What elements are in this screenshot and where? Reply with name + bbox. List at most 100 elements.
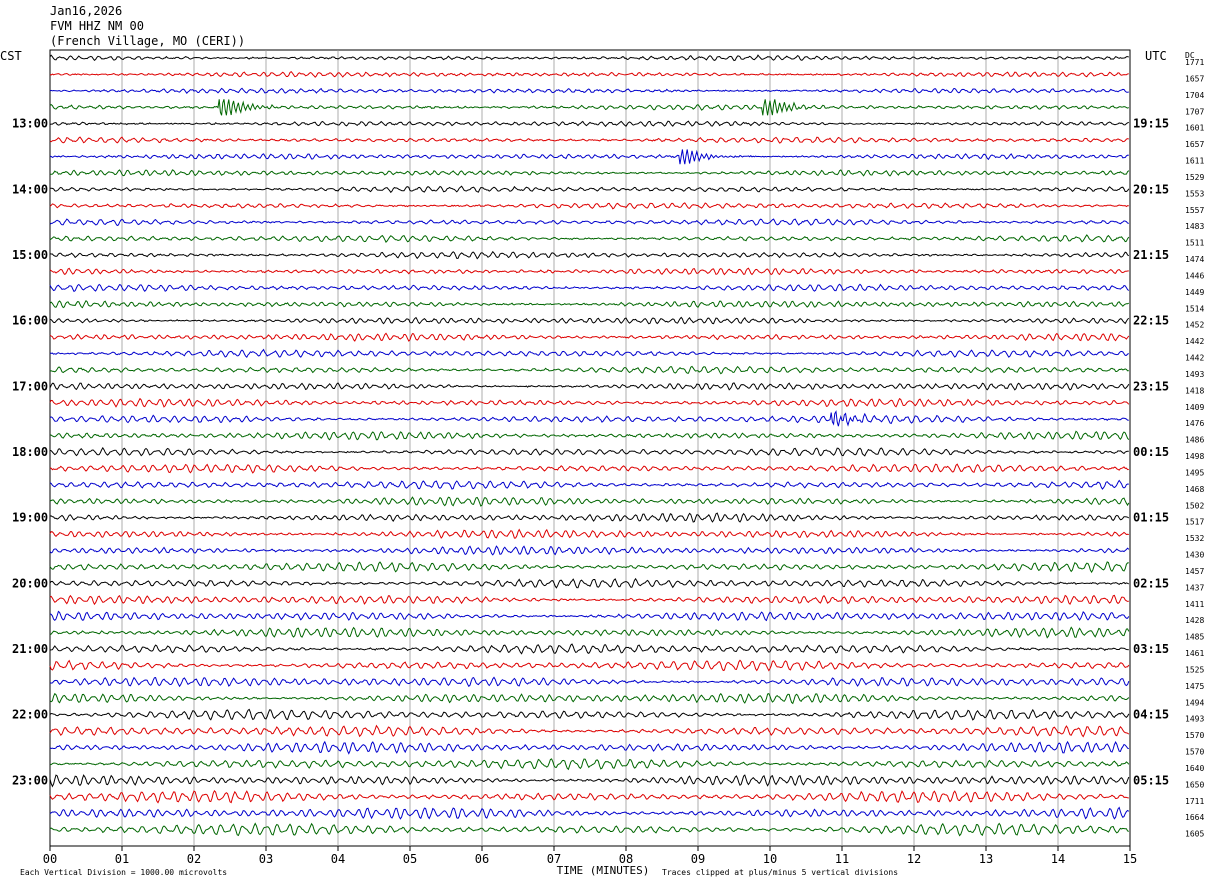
seismic-trace (49, 822, 1129, 837)
dc-offset-label: 1452 (1185, 321, 1204, 330)
dc-offset-label: 1476 (1185, 419, 1204, 428)
dc-offset-label: 1411 (1185, 600, 1204, 609)
seismic-trace (49, 382, 1130, 391)
seismic-trace (49, 136, 1129, 144)
dc-offset-label: 1650 (1185, 780, 1204, 789)
dc-offset-label: 1711 (1185, 797, 1204, 806)
dc-offset-label: 1525 (1185, 665, 1204, 674)
seismic-trace (49, 300, 1129, 309)
seismic-trace (49, 149, 1129, 165)
seismic-trace (49, 561, 1129, 574)
seismic-trace (49, 446, 1129, 457)
seismic-trace (49, 740, 1129, 755)
dc-offset-label: 1529 (1185, 173, 1204, 182)
seismic-trace (49, 724, 1130, 738)
right-hour-label: 00:15 (1133, 445, 1169, 459)
dc-header-label: DC (1185, 51, 1195, 60)
seismic-trace (49, 758, 1130, 771)
x-tick-label: 01 (115, 852, 129, 866)
seismic-trace (49, 496, 1130, 507)
left-hour-label: 18:00 (12, 445, 48, 459)
dc-offset-label: 1418 (1185, 386, 1204, 395)
dc-offset-label: 1511 (1185, 239, 1204, 248)
right-hour-label: 22:15 (1133, 314, 1169, 328)
left-hour-label: 21:00 (12, 642, 48, 656)
seismic-trace (49, 774, 1130, 788)
dc-offset-label: 1493 (1185, 715, 1204, 724)
seismic-trace (49, 643, 1129, 655)
dc-offset-label: 1409 (1185, 403, 1204, 412)
left-hour-label: 22:00 (12, 708, 48, 722)
dc-offset-label: 1430 (1185, 551, 1204, 560)
right-hour-label: 03:15 (1133, 642, 1169, 656)
right-hour-label: 04:15 (1133, 708, 1169, 722)
dc-offset-label: 1611 (1185, 157, 1204, 166)
dc-offset-label: 1498 (1185, 452, 1204, 461)
seismic-trace (50, 169, 1130, 177)
dc-offset-label: 1483 (1185, 222, 1204, 231)
left-hour-label: 13:00 (12, 117, 48, 131)
seismic-trace (49, 365, 1129, 375)
dc-offset-label: 1437 (1185, 583, 1204, 592)
x-tick-label: 00 (43, 852, 57, 866)
seismic-trace (49, 332, 1130, 342)
right-hour-label: 20:15 (1133, 182, 1169, 196)
dc-offset-label: 1474 (1185, 255, 1204, 264)
dc-offset-label: 1475 (1185, 682, 1204, 691)
dc-offset-label: 1442 (1185, 337, 1204, 346)
right-timezone-label: UTC (1145, 49, 1167, 63)
dc-offset-label: 1493 (1185, 370, 1204, 379)
dc-offset-label: 1461 (1185, 649, 1204, 658)
seismic-trace (49, 120, 1129, 128)
seismic-trace (49, 659, 1130, 672)
seismic-trace (49, 267, 1129, 276)
x-tick-label: 13 (979, 852, 993, 866)
dc-offset-label: 1601 (1185, 124, 1204, 133)
left-timezone-label: CST (0, 49, 22, 63)
x-tick-label: 11 (835, 852, 849, 866)
dc-offset-label: 1486 (1185, 436, 1204, 445)
x-tick-label: 03 (259, 852, 273, 866)
dc-offset-label: 1428 (1185, 616, 1204, 625)
left-hour-label: 14:00 (12, 182, 48, 196)
seismic-trace (49, 806, 1130, 820)
dc-offset-label: 1570 (1185, 748, 1204, 757)
seismic-trace (49, 594, 1129, 606)
seismic-trace (49, 512, 1130, 523)
x-tick-label: 10 (763, 852, 777, 866)
seismic-trace (49, 463, 1129, 474)
footer-scale-note: Each Vertical Division = 1000.00 microvo… (20, 868, 227, 877)
footer-clip-note: Traces clipped at plus/minus 5 vertical … (662, 868, 898, 877)
x-tick-label: 05 (403, 852, 417, 866)
seismic-trace (49, 626, 1130, 639)
dc-offset-label: 1502 (1185, 501, 1204, 510)
seismic-trace (49, 410, 1129, 427)
x-tick-label: 06 (475, 852, 489, 866)
left-hour-label: 23:00 (12, 773, 48, 787)
x-tick-label: 04 (331, 852, 345, 866)
right-hour-label: 01:15 (1133, 511, 1169, 525)
left-hour-label: 20:00 (12, 576, 48, 590)
right-hour-label: 21:15 (1133, 248, 1169, 262)
seismic-trace (49, 676, 1130, 688)
x-tick-label: 09 (691, 852, 705, 866)
dc-offset-label: 1657 (1185, 140, 1204, 149)
seismic-trace (49, 577, 1130, 589)
left-hour-label: 15:00 (12, 248, 48, 262)
dc-offset-label: 1457 (1185, 567, 1204, 576)
left-hour-label: 17:00 (12, 379, 48, 393)
seismic-trace (49, 99, 1129, 116)
dc-offset-label: 1605 (1185, 830, 1204, 839)
plot-frame (49, 49, 1131, 847)
dc-offset-label: 1494 (1185, 698, 1204, 707)
x-tick-label: 14 (1051, 852, 1065, 866)
seismic-trace (49, 87, 1129, 94)
seismic-trace (49, 316, 1130, 325)
dc-offset-label: 1704 (1185, 91, 1204, 100)
right-hour-label: 02:15 (1133, 576, 1169, 590)
dc-offset-label: 1532 (1185, 534, 1204, 543)
dc-offset-label: 1517 (1185, 518, 1204, 527)
left-hour-label: 16:00 (12, 314, 48, 328)
seismic-trace (49, 479, 1129, 490)
right-hour-label: 05:15 (1133, 773, 1169, 787)
